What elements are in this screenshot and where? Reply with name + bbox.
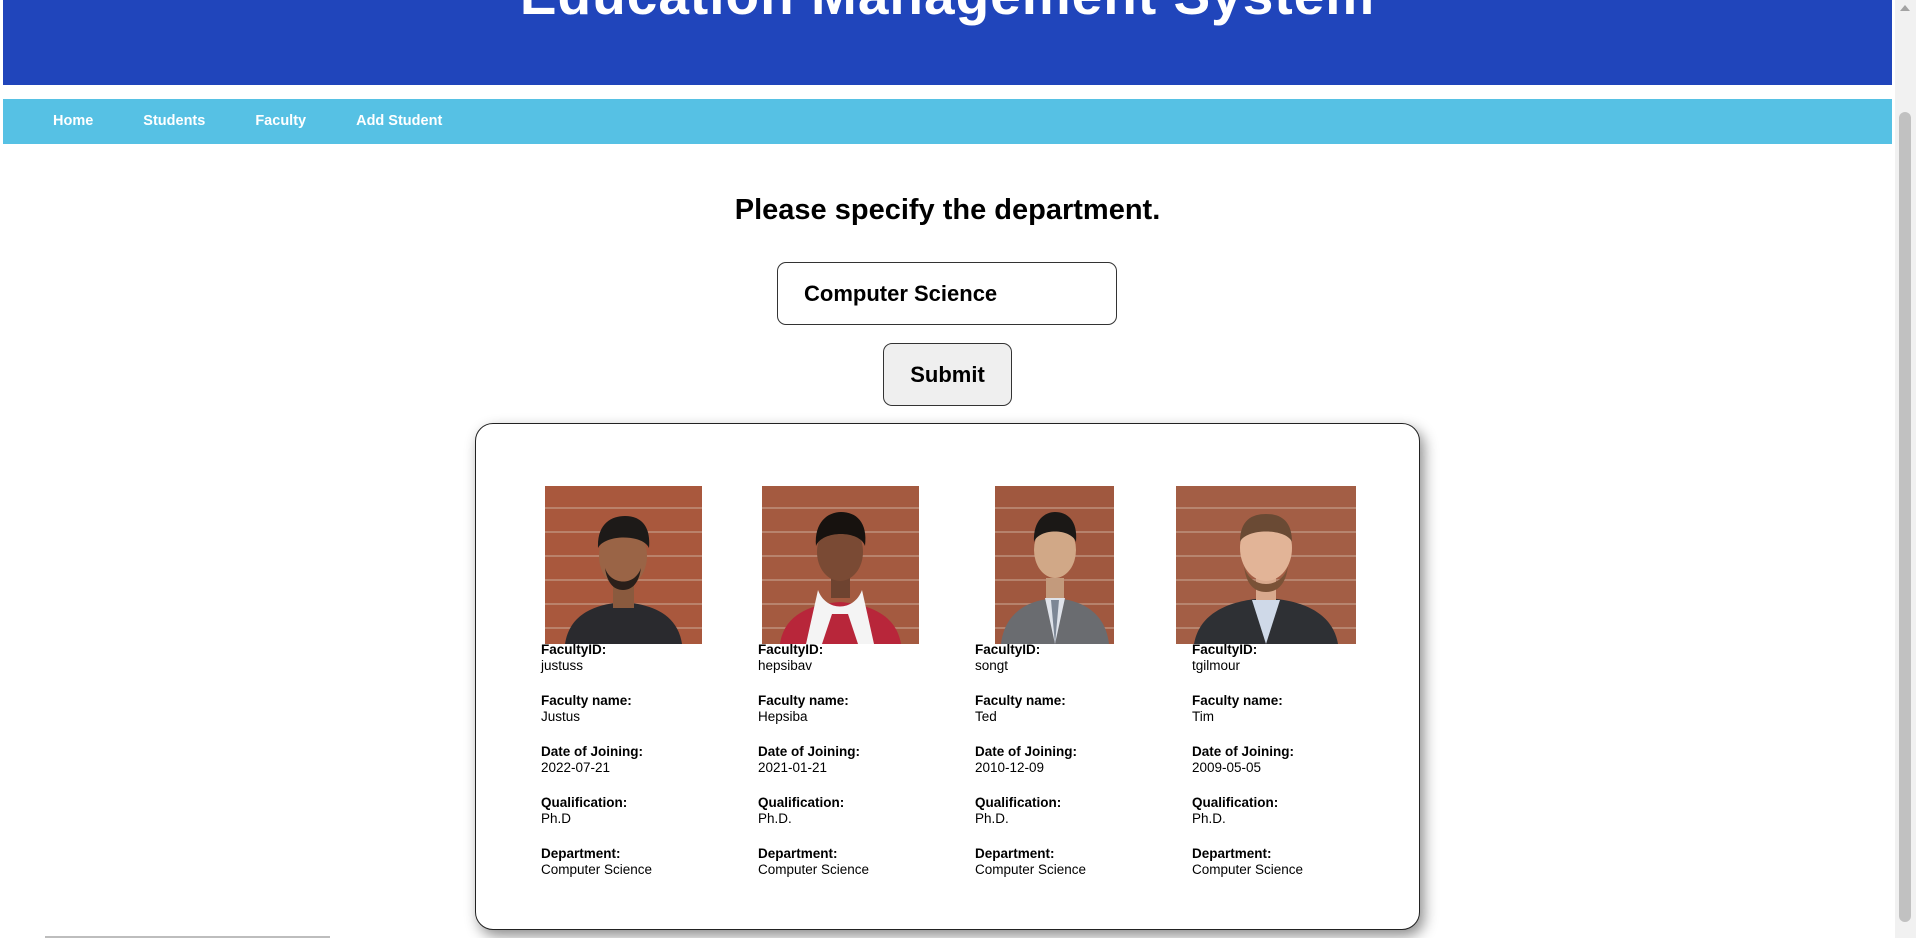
department-value: Computer Science bbox=[975, 862, 1087, 877]
qualification-value: Ph.D bbox=[541, 811, 572, 826]
vertical-scrollbar[interactable] bbox=[1895, 0, 1916, 938]
faculty-id-value: tgilmour bbox=[1192, 658, 1241, 673]
department-label: Department: bbox=[541, 846, 621, 861]
site-header: Education Management System bbox=[3, 0, 1892, 85]
scroll-up-arrow-icon[interactable] bbox=[1900, 5, 1910, 11]
joining-date-value: 2010-12-09 bbox=[975, 760, 1045, 775]
department-input[interactable] bbox=[777, 262, 1117, 325]
faculty-name-value: Justus bbox=[541, 709, 581, 724]
faculty-id-value: hepsibav bbox=[758, 658, 813, 673]
faculty-details: FacultyID: songt Faculty name: Ted Date of… bbox=[975, 642, 1175, 897]
faculty-details: FacultyID: justuss Faculty name: Justus Da… bbox=[541, 642, 741, 897]
submit-button[interactable]: Submit bbox=[883, 343, 1012, 406]
qualification-value: Ph.D. bbox=[1192, 811, 1226, 826]
main-nav: Home Students Faculty Add Student bbox=[3, 99, 1892, 144]
faculty-id-value: justuss bbox=[541, 658, 584, 673]
faculty-id-label: FacultyID: bbox=[975, 642, 1041, 657]
faculty-details: FacultyID: hepsibav Faculty name: Hepsiba … bbox=[758, 642, 958, 897]
page: Education Management System Home Student… bbox=[0, 0, 1895, 938]
joining-date-label: Date of Joining: bbox=[975, 744, 1077, 759]
faculty-id-label: FacultyID: bbox=[541, 642, 607, 657]
department-value: Computer Science bbox=[758, 862, 870, 877]
nav-add-student-link[interactable]: Add Student bbox=[331, 99, 467, 144]
faculty-id-value: songt bbox=[975, 658, 1009, 673]
department-value: Computer Science bbox=[1192, 862, 1304, 877]
joining-date-value: 2009-05-05 bbox=[1192, 760, 1262, 775]
faculty-name-label: Faculty name: bbox=[758, 693, 849, 708]
qualification-value: Ph.D. bbox=[758, 811, 792, 826]
joining-date-label: Date of Joining: bbox=[541, 744, 643, 759]
department-prompt: Please specify the department. bbox=[734, 194, 1161, 226]
qualification-label: Qualification: bbox=[758, 795, 845, 810]
department-label: Department: bbox=[758, 846, 838, 861]
department-label: Department: bbox=[1192, 846, 1272, 861]
joining-date-label: Date of Joining: bbox=[758, 744, 860, 759]
joining-date-value: 2022-07-21 bbox=[541, 760, 611, 775]
faculty-name-value: Hepsiba bbox=[758, 709, 808, 724]
qualification-value: Ph.D. bbox=[975, 811, 1009, 826]
faculty-id-label: FacultyID: bbox=[758, 642, 824, 657]
faculty-name-label: Faculty name: bbox=[975, 693, 1066, 708]
faculty-name-value: Ted bbox=[975, 709, 997, 724]
faculty-name-value: Tim bbox=[1192, 709, 1214, 724]
qualification-label: Qualification: bbox=[975, 795, 1062, 810]
site-title: Education Management System bbox=[3, 0, 1892, 28]
qualification-label: Qualification: bbox=[541, 795, 628, 810]
nav-students-link[interactable]: Students bbox=[118, 99, 230, 144]
nav-home-link[interactable]: Home bbox=[3, 99, 118, 144]
qualification-label: Qualification: bbox=[1192, 795, 1279, 810]
faculty-photo bbox=[545, 486, 702, 644]
joining-date-value: 2021-01-21 bbox=[758, 760, 828, 775]
faculty-details: FacultyID: tgilmour Faculty name: Tim Date… bbox=[1192, 642, 1392, 897]
faculty-photo bbox=[1176, 486, 1356, 644]
faculty-id-label: FacultyID: bbox=[1192, 642, 1258, 657]
faculty-results-panel: FacultyID: justuss Faculty name: Justus Da… bbox=[475, 423, 1420, 930]
faculty-photo bbox=[995, 486, 1114, 644]
faculty-photo bbox=[762, 486, 919, 644]
faculty-name-label: Faculty name: bbox=[541, 693, 632, 708]
department-value: Computer Science bbox=[541, 862, 653, 877]
joining-date-label: Date of Joining: bbox=[1192, 744, 1294, 759]
nav-faculty-link[interactable]: Faculty bbox=[230, 99, 331, 144]
faculty-name-label: Faculty name: bbox=[1192, 693, 1283, 708]
scrollbar-thumb[interactable] bbox=[1899, 112, 1911, 922]
department-label: Department: bbox=[975, 846, 1055, 861]
